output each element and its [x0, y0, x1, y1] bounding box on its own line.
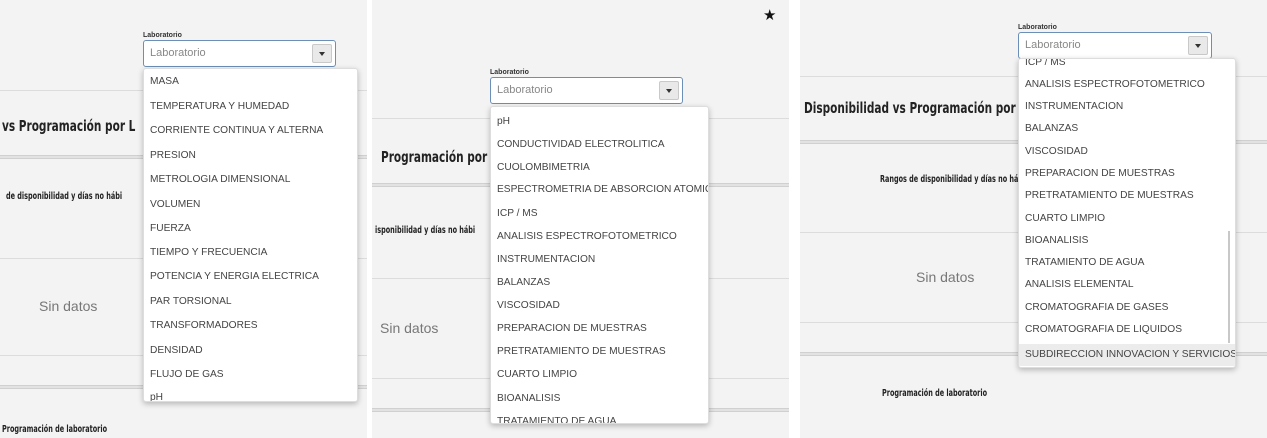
laboratorio-dropdown: MASA TEMPERATURA Y HUMEDAD CORRIENTE CON… [143, 68, 358, 402]
chevron-down-icon [319, 52, 325, 56]
dropdown-option[interactable]: PREPARACION DE MUESTRAS [1025, 168, 1175, 179]
dropdown-option[interactable]: FUERZA [150, 223, 191, 234]
rangos-title: isponibilidad y días no hábi [375, 225, 476, 236]
laboratorio-dropdown: pH CONDUCTIVIDAD ELECTROLITICA CUOLOMBIM… [490, 106, 709, 424]
dropdown-option[interactable]: CUARTO LIMPIO [497, 369, 577, 380]
laboratorio-select[interactable]: Laboratorio [1018, 32, 1212, 59]
select-placeholder: Laboratorio [150, 47, 206, 59]
star-icon[interactable]: ★ [763, 6, 776, 24]
dropdown-option[interactable]: BALANZAS [1025, 123, 1078, 134]
dropdown-option[interactable]: TRATAMIENTO DE AGUA [1025, 257, 1144, 268]
programacion-title: Programación de laboratorio [2, 424, 108, 435]
dropdown-scrollbar[interactable] [1228, 231, 1230, 343]
dropdown-toggle[interactable] [1188, 36, 1208, 55]
dropdown-option[interactable]: TEMPERATURA Y HUMEDAD [150, 101, 289, 112]
sin-datos-text: Sin datos [39, 298, 98, 314]
dropdown-option[interactable]: PRETRATAMIENTO DE MUESTRAS [497, 346, 666, 357]
panel-middle: ★ Programación por L isponibilidad y día… [372, 0, 789, 438]
section-title: Programación por L [381, 148, 498, 166]
chevron-down-icon [666, 89, 672, 93]
dropdown-toggle[interactable] [659, 81, 679, 100]
lab-label: Laboratorio [490, 69, 529, 76]
laboratorio-select[interactable]: Laboratorio [490, 77, 683, 104]
dropdown-option[interactable]: TRATAMIENTO DE AGUA [497, 416, 616, 423]
panel-right: Disponibilidad vs Programación por L Ran… [800, 0, 1267, 438]
laboratorio-select[interactable]: Laboratorio [143, 40, 336, 67]
dropdown-option[interactable]: CROMATOGRAFIA DE GASES [1025, 302, 1168, 313]
dropdown-option[interactable]: VISCOSIDAD [1025, 146, 1088, 157]
dropdown-option[interactable]: PAR TORSIONAL [150, 296, 232, 307]
sin-datos-text: Sin datos [380, 320, 439, 336]
dropdown-option[interactable]: INSTRUMENTACION [1025, 101, 1123, 112]
dropdown-option[interactable]: BALANZAS [497, 277, 550, 288]
select-placeholder: Laboratorio [497, 84, 553, 96]
dropdown-option[interactable]: CUOLOMBIMETRIA [497, 162, 590, 173]
dropdown-option[interactable]: ANALISIS ESPECTROFOTOMETRICO [1025, 79, 1205, 90]
dropdown-option[interactable]: INSTRUMENTACION [497, 254, 595, 265]
dropdown-option[interactable]: CONDUCTIVIDAD ELECTROLITICA [497, 139, 665, 150]
dropdown-option[interactable]: POTENCIA Y ENERGIA ELECTRICA [150, 271, 319, 282]
dropdown-option[interactable]: ICP / MS [1025, 59, 1066, 68]
rangos-title: de disponibilidad y días no hábi [6, 191, 123, 202]
dropdown-option[interactable]: BIOANALISIS [497, 393, 560, 404]
dropdown-option[interactable]: MASA [150, 76, 179, 87]
dropdown-option[interactable]: DENSIDAD [150, 345, 203, 356]
laboratorio-dropdown: ICP / MS ANALISIS ESPECTROFOTOMETRICO IN… [1018, 58, 1236, 368]
dropdown-option[interactable]: TIEMPO Y FRECUENCIA [150, 247, 267, 258]
dropdown-option[interactable]: pH [150, 392, 163, 401]
dropdown-option[interactable]: METROLOGIA DIMENSIONAL [150, 174, 290, 185]
rangos-title: Rangos de disponibilidad y días no hábi [880, 174, 1026, 185]
dropdown-option[interactable]: BIOANALISIS [1025, 235, 1088, 246]
sin-datos-text: Sin datos [916, 269, 975, 285]
chevron-down-icon [1195, 44, 1201, 48]
dropdown-option[interactable]: PRESION [150, 150, 196, 161]
dropdown-option-highlighted[interactable]: SUBDIRECCION INNOVACION Y SERVICIOS... [1019, 344, 1235, 366]
dropdown-option[interactable]: pH [497, 116, 510, 127]
programacion-title: Programación de laboratorio [882, 388, 988, 399]
dropdown-option[interactable]: PREPARACION DE MUESTRAS [497, 323, 647, 334]
panel-left: vs Programación por L de disponibilidad … [0, 0, 367, 438]
dropdown-option[interactable]: ICP / MS [497, 208, 538, 219]
dropdown-option[interactable]: PRETRATAMIENTO DE MUESTRAS [1025, 190, 1194, 201]
dropdown-option[interactable]: FLUJO DE GAS [150, 369, 224, 380]
dropdown-toggle[interactable] [312, 44, 332, 63]
dropdown-option[interactable]: VOLUMEN [150, 199, 200, 210]
dropdown-option[interactable]: TRANSFORMADORES [150, 320, 258, 331]
dropdown-option[interactable]: VISCOSIDAD [497, 300, 560, 311]
section-title: vs Programación por L [2, 117, 136, 135]
select-placeholder: Laboratorio [1025, 39, 1081, 51]
dropdown-option[interactable]: CORRIENTE CONTINUA Y ALTERNA [150, 125, 323, 136]
dropdown-option[interactable]: ANALISIS ELEMENTAL [1025, 279, 1134, 290]
dropdown-option[interactable]: ANALISIS ESPECTROFOTOMETRICO [497, 231, 677, 242]
dropdown-option[interactable]: CROMATOGRAFIA DE LIQUIDOS [1025, 324, 1182, 335]
section-title: Disponibilidad vs Programación por L [804, 99, 1027, 117]
lab-label: Laboratorio [143, 32, 182, 39]
dropdown-option[interactable]: ESPECTROMETRIA DE ABSORCION ATOMICA [497, 184, 708, 195]
dropdown-option[interactable]: CUARTO LIMPIO [1025, 213, 1105, 224]
lab-label: Laboratorio [1018, 24, 1057, 31]
